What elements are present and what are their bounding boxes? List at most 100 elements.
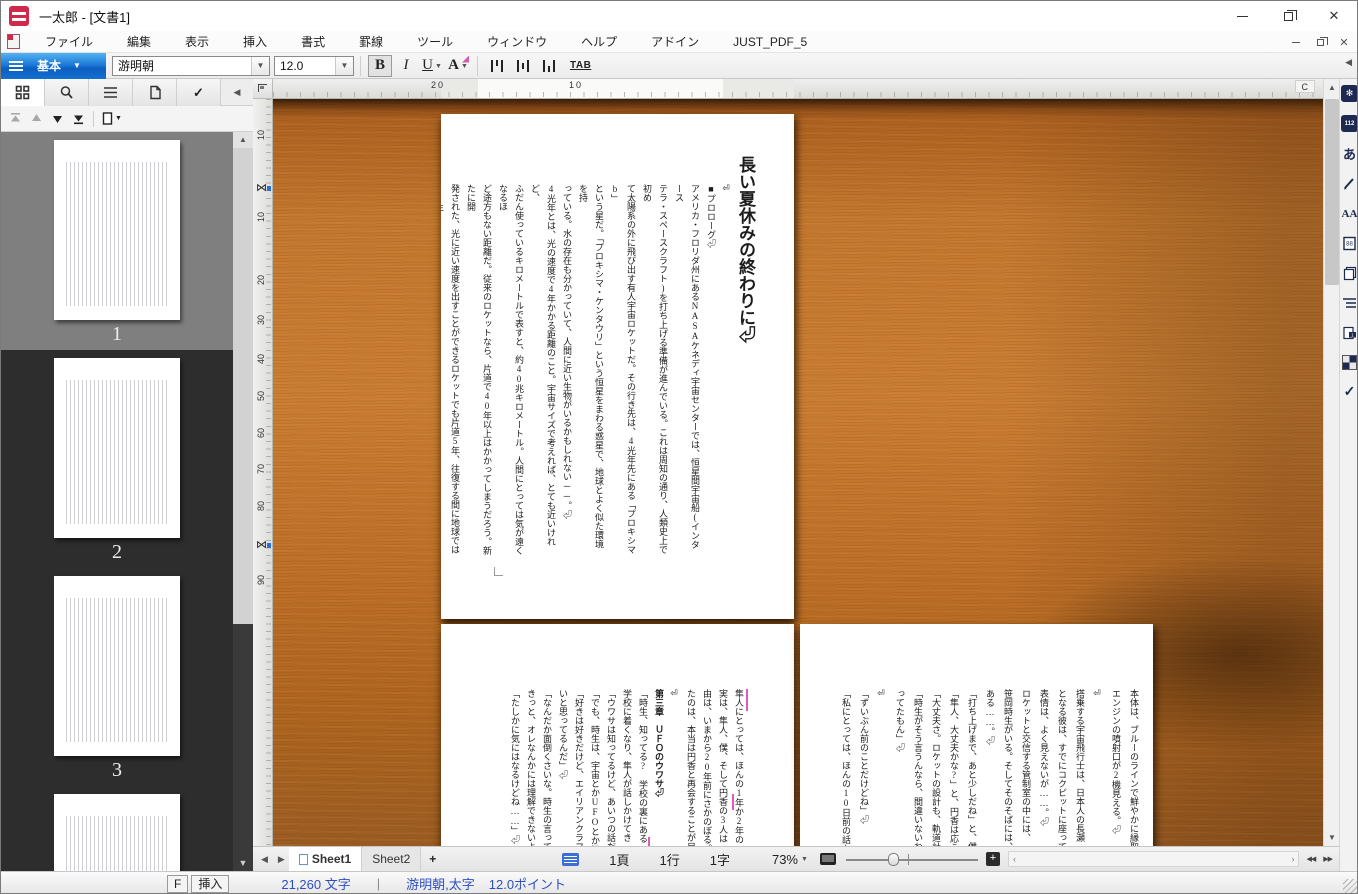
document-page-3[interactable]: 隼人にとっては、ほんの1年か2年の実は、隼人、僕、そして円香の3人は由は、いまか… bbox=[441, 624, 794, 846]
fit-screen-icon[interactable] bbox=[820, 853, 836, 865]
scroll-up-icon[interactable]: ▲ bbox=[1324, 79, 1340, 96]
font-size-select[interactable]: 12.0 ▼ bbox=[274, 56, 354, 76]
margin-marker-top[interactable]: ⋈ bbox=[256, 184, 267, 193]
page-select-button[interactable]: ▼ bbox=[102, 112, 122, 125]
italic-button[interactable]: I bbox=[394, 55, 418, 77]
zoom-level[interactable]: 73% bbox=[772, 852, 798, 867]
doc-close-button[interactable]: ✕ bbox=[1335, 34, 1353, 50]
zoom-slider[interactable] bbox=[846, 851, 978, 867]
underline-button[interactable]: U▼ bbox=[420, 55, 444, 77]
panel-collapse-button[interactable]: ◀ bbox=[221, 79, 253, 105]
thumbnail-scrollbar[interactable]: ▲ ▼ bbox=[233, 132, 253, 871]
text-column: 長い夏休みの終わりに⏎ bbox=[735, 156, 755, 556]
chevron-down-icon[interactable]: ▼ bbox=[335, 57, 353, 75]
pattern-icon[interactable] bbox=[1342, 355, 1357, 370]
horizontal-scrollbar[interactable]: ‹ › bbox=[1008, 851, 1300, 867]
ruler-corner[interactable] bbox=[253, 79, 273, 99]
justsystems-flower-icon[interactable]: ✻ bbox=[1341, 85, 1358, 102]
chevron-down-icon[interactable]: ▼ bbox=[251, 57, 269, 75]
align-bottom-button[interactable] bbox=[536, 55, 562, 77]
palette-selector[interactable]: 基本 ▼ bbox=[1, 53, 106, 79]
jump-down-button[interactable] bbox=[51, 112, 64, 125]
thumbnail-page-2[interactable]: 2 bbox=[1, 350, 233, 568]
align-center-button[interactable] bbox=[510, 55, 536, 77]
resize-grip[interactable] bbox=[1343, 879, 1357, 893]
scrollbar-thumb[interactable] bbox=[233, 148, 253, 624]
outline-icon[interactable] bbox=[1341, 295, 1358, 312]
jump-up-button[interactable] bbox=[30, 112, 43, 125]
tab-search[interactable] bbox=[45, 79, 89, 106]
menu-item[interactable]: 表示 bbox=[168, 31, 226, 52]
kana-a-icon[interactable]: あ bbox=[1341, 145, 1358, 162]
toolbar-collapse-button[interactable]: ◀ bbox=[1345, 57, 1352, 68]
close-button[interactable]: ✕ bbox=[1311, 1, 1357, 31]
jump-first-button[interactable] bbox=[9, 112, 22, 125]
thumbnail-page-1[interactable]: 1 bbox=[1, 132, 233, 350]
menu-item[interactable]: JUST_PDF_5 bbox=[716, 31, 824, 52]
tab-sheet2[interactable]: Sheet2 bbox=[362, 847, 421, 872]
tab-setting-button[interactable]: TAB bbox=[570, 60, 591, 71]
slider-track[interactable] bbox=[846, 859, 978, 861]
app-icon[interactable] bbox=[9, 6, 29, 26]
menu-item[interactable]: 書式 bbox=[284, 31, 342, 52]
menu-item[interactable]: ウィンドウ bbox=[470, 31, 564, 52]
scroll-up-icon[interactable]: ▲ bbox=[233, 132, 253, 148]
jump-last-button[interactable] bbox=[72, 112, 85, 125]
scrollbar-thumb[interactable] bbox=[1325, 99, 1339, 285]
menu-item[interactable]: 編集 bbox=[110, 31, 168, 52]
chevron-down-icon[interactable]: ▼ bbox=[801, 856, 808, 863]
document-page-2[interactable]: 本体は、ブルーのラインで鮮やかに縁取エンジンの噴射口が2機見える。⏎⏎搭乗する宇… bbox=[800, 624, 1153, 846]
zoom-in-button[interactable]: + bbox=[986, 852, 1000, 866]
pen-icon[interactable] bbox=[1341, 175, 1358, 192]
vertical-scrollbar[interactable]: ▲ ▼ bbox=[1323, 79, 1339, 846]
scroll-down-icon[interactable]: ▼ bbox=[1324, 829, 1340, 846]
chevron-down-icon[interactable]: ▼ bbox=[461, 62, 468, 70]
margin-marker-bottom[interactable]: ⋈ bbox=[256, 541, 267, 550]
font-size-icon[interactable]: AA bbox=[1341, 205, 1358, 222]
ruler-unit-button[interactable]: C bbox=[1295, 80, 1316, 93]
menu-item[interactable]: ツール bbox=[400, 31, 470, 52]
previous-page-button[interactable]: ◀◀ bbox=[1303, 855, 1318, 863]
check-icon[interactable]: ✓ bbox=[1341, 383, 1358, 400]
text-column: 「打ち上げまで、あと少しだね」と、僕 bbox=[963, 689, 981, 846]
copy-stack-icon[interactable] bbox=[1341, 265, 1358, 282]
function-key-button[interactable]: F bbox=[167, 875, 188, 893]
menu-item[interactable]: ヘルプ bbox=[564, 31, 634, 52]
doc-restore-button[interactable] bbox=[1311, 34, 1329, 50]
restore-button[interactable] bbox=[1265, 1, 1311, 31]
scroll-left-icon[interactable]: ‹ bbox=[1009, 854, 1020, 864]
add-sheet-button[interactable]: + bbox=[421, 852, 444, 866]
menu-item[interactable]: 挿入 bbox=[226, 31, 284, 52]
tab-outline[interactable] bbox=[89, 79, 133, 106]
thumbnail-page-4[interactable] bbox=[1, 786, 233, 871]
tab-page-copy[interactable] bbox=[133, 79, 177, 106]
tab-thumbnails[interactable] bbox=[1, 79, 45, 106]
menu-item[interactable]: 罫線 bbox=[342, 31, 400, 52]
next-page-button[interactable]: ▶▶ bbox=[1320, 855, 1335, 863]
font-color-button[interactable]: A▼ bbox=[446, 55, 470, 77]
tab-sheet1[interactable]: Sheet1 bbox=[289, 847, 362, 872]
sheet-next-button[interactable]: ▶ bbox=[274, 854, 289, 865]
document-page-1[interactable]: 長い夏休みの終わりに⏎⏎■プロローグ⏎アメリカ・フロリダ州にあるNASAケネディ… bbox=[441, 114, 794, 619]
align-top-button[interactable] bbox=[484, 55, 510, 77]
page1-text: 長い夏休みの終わりに⏎⏎■プロローグ⏎アメリカ・フロリダ州にあるNASAケネディ… bbox=[441, 156, 755, 556]
bold-button[interactable]: B bbox=[368, 55, 392, 77]
document-icon[interactable] bbox=[7, 34, 20, 49]
menu-item[interactable]: ファイル bbox=[28, 31, 110, 52]
stamp-112-icon[interactable]: 112 bbox=[1341, 115, 1358, 132]
thumbnail-page-3[interactable]: 3 bbox=[1, 568, 233, 786]
view-mode-icon[interactable] bbox=[562, 853, 579, 866]
font-name-select[interactable]: 游明朝 ▼ bbox=[112, 56, 270, 76]
page-number-icon[interactable]: 88 bbox=[1341, 235, 1358, 252]
sheet-prev-button[interactable]: ◀ bbox=[257, 854, 272, 865]
chevron-down-icon[interactable]: ▼ bbox=[435, 62, 442, 70]
minimize-button[interactable] bbox=[1219, 1, 1265, 31]
menu-item[interactable]: アドイン bbox=[634, 31, 716, 52]
tab-check[interactable]: ✓ bbox=[177, 79, 221, 106]
scroll-down-icon[interactable]: ▼ bbox=[233, 855, 253, 871]
doc-minimize-button[interactable] bbox=[1287, 34, 1305, 50]
slider-thumb[interactable] bbox=[888, 853, 899, 866]
scroll-right-icon[interactable]: › bbox=[1287, 854, 1298, 864]
comment-page-icon[interactable]: 1 bbox=[1341, 325, 1358, 342]
insert-mode-button[interactable]: 挿入 bbox=[191, 875, 229, 893]
